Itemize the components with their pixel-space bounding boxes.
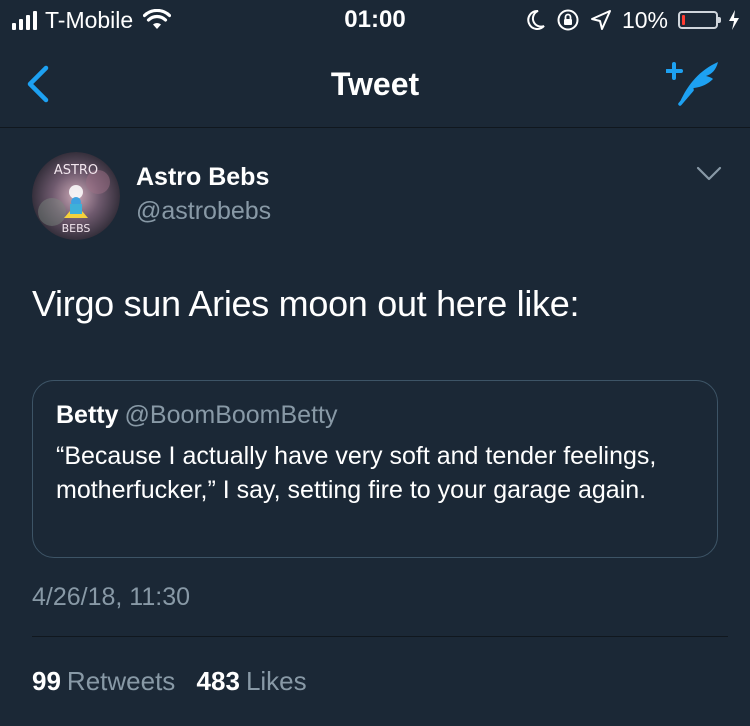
quoted-user-handle: @BoomBoomBetty [124, 401, 338, 429]
status-bar: T-Mobile 01:00 10% [0, 0, 750, 40]
compose-tweet-icon[interactable] [666, 58, 726, 108]
svg-text:BEBS: BEBS [62, 222, 91, 235]
battery-percent: 10% [621, 7, 668, 33]
tweet-timestamp: 4/26/18, 11:30 [32, 583, 191, 611]
charging-bolt-icon [729, 10, 739, 30]
svg-text:ASTRO: ASTRO [54, 163, 98, 178]
retweets-stat[interactable]: 99 Retweets [32, 666, 189, 696]
user-handle[interactable]: @astrobebs [136, 196, 271, 226]
divider [32, 636, 728, 637]
quoted-tweet-text: “Because I actually have very soft and t… [56, 442, 657, 504]
tweet-stats: 99 Retweets 483 Likes [32, 664, 321, 698]
location-icon [590, 10, 611, 30]
quoted-display-name: Betty [56, 401, 119, 429]
astro-avatar-icon: ASTRO BEBS [32, 152, 120, 240]
display-name[interactable]: Astro Bebs [136, 162, 269, 192]
quoted-tweet[interactable]: Betty @BoomBoomBetty “Because I actually … [32, 380, 718, 558]
page-title: Tweet [330, 66, 420, 102]
chevron-down-icon[interactable] [696, 166, 722, 182]
battery-icon [678, 11, 721, 29]
likes-stat[interactable]: 483 Likes [197, 666, 321, 696]
rotation-lock-icon [557, 9, 579, 31]
likes-count: 483 [196, 666, 240, 696]
quoted-tweet-header: Betty @BoomBoomBetty [56, 399, 337, 431]
moon-icon [527, 9, 545, 30]
avatar[interactable]: ASTRO BEBS [32, 152, 120, 240]
likes-label: Likes [245, 666, 307, 696]
retweets-label: Retweets [66, 666, 176, 696]
nav-bar: Tweet [0, 40, 750, 128]
status-right: 10% [526, 6, 740, 34]
tweet-text: Virgo sun Aries moon out here like: [32, 283, 580, 324]
retweets-count: 99 [32, 666, 61, 696]
battery-level [682, 15, 685, 25]
